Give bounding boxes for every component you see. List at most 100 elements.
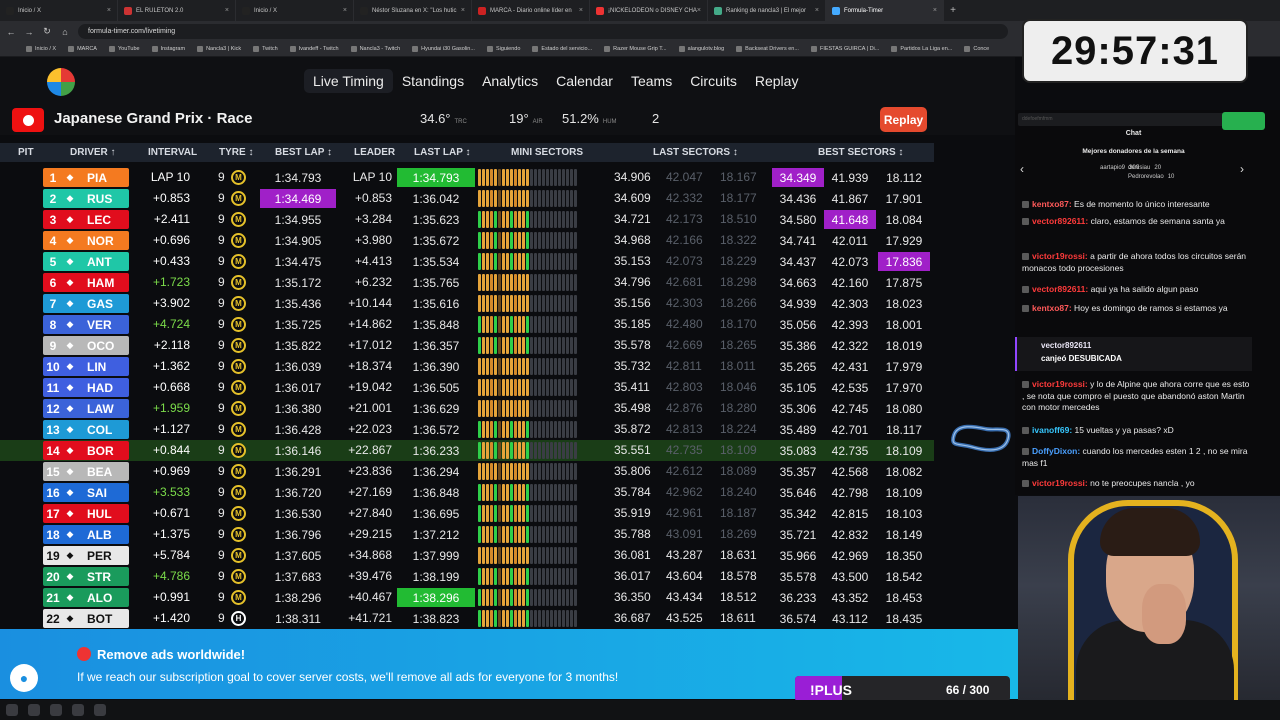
browser-tab[interactable]: MARCA - Diario online líder en × (472, 0, 590, 21)
table-row[interactable]: 15 ◆ BEA +0.969 9 M 1:36.291 +23.836 1:36.294 35.… (0, 461, 934, 482)
nav-analytics[interactable]: Analytics (473, 69, 547, 93)
reload-icon[interactable]: ↻ (42, 26, 52, 37)
nav-standings[interactable]: Standings (393, 69, 473, 93)
driver-badge[interactable]: 10 ◆ LIN (43, 357, 129, 376)
chat-username[interactable]: victor19rossi: (1032, 379, 1088, 389)
table-row[interactable]: 8 ◆ VER +4.724 9 M 1:35.725 +14.862 1:35.848 35.1… (0, 314, 934, 335)
table-row[interactable]: 4 ◆ NOR +0.696 9 M 1:34.905 +3.980 1:35.672 34.96… (0, 230, 934, 251)
driver-badge[interactable]: 22 ◆ BOT (43, 609, 129, 628)
col-last-lap[interactable]: LAST LAP ↕ (414, 147, 470, 158)
bookmark-item[interactable]: FIESTAS GUIRCA | Di... (810, 46, 879, 52)
cookie-icon[interactable]: ● (10, 664, 38, 692)
driver-badge[interactable]: 21 ◆ ALO (43, 588, 129, 607)
table-row[interactable]: 17 ◆ HUL +0.671 9 M 1:36.530 +27.840 1:36.695 35.… (0, 503, 934, 524)
chat-username[interactable]: kentxo87: (1032, 199, 1072, 209)
col-best-lap[interactable]: BEST LAP ↕ (275, 147, 332, 158)
nav-calendar[interactable]: Calendar (547, 69, 622, 93)
app-icon[interactable] (94, 704, 106, 716)
bookmark-item[interactable]: Nancla3 | Kick (197, 46, 241, 52)
driver-badge[interactable]: 18 ◆ ALB (43, 525, 129, 544)
col-interval[interactable]: INTERVAL (148, 147, 197, 158)
browser-tab[interactable]: Ranking de nancla3 | El mejor × (708, 0, 826, 21)
table-row[interactable]: 2 ◆ RUS +0.853 9 M 1:34.469 +0.853 1:36.042 34.60… (0, 188, 934, 209)
bookmark-item[interactable]: alangulotv.blog (678, 46, 724, 52)
chat-send-button[interactable] (1222, 112, 1265, 130)
formula-timer-logo[interactable] (47, 68, 75, 96)
bookmark-item[interactable]: Estado del servicio... (532, 46, 592, 52)
chat-username[interactable]: vector892611: (1032, 284, 1088, 294)
url-field[interactable]: formula-timer.com/livetiming (78, 24, 1008, 39)
nav-circuits[interactable]: Circuits (681, 69, 746, 93)
home-icon[interactable]: ⌂ (60, 27, 70, 37)
chat-username[interactable]: DoffyDixon: (1032, 446, 1080, 456)
close-icon[interactable]: × (461, 7, 465, 14)
close-icon[interactable]: × (225, 7, 229, 14)
browser-tab[interactable]: EL RULETON 2.0 × (118, 0, 236, 21)
browser-tab[interactable]: Néstor Sluzana en X: "Los hutic × (354, 0, 472, 21)
driver-badge[interactable]: 13 ◆ COL (43, 420, 129, 439)
driver-badge[interactable]: 17 ◆ HUL (43, 504, 129, 523)
driver-badge[interactable]: 15 ◆ BEA (43, 462, 129, 481)
browser-tab[interactable]: Inicio / X × (0, 0, 118, 21)
driver-badge[interactable]: 5 ◆ ANT (43, 252, 129, 271)
back-icon[interactable]: ← (6, 27, 16, 37)
bookmark-item[interactable]: YouTube (108, 46, 140, 52)
col-leader[interactable]: LEADER (354, 147, 395, 158)
table-row[interactable]: 1 ◆ PIA LAP 10 9 M 1:34.793 LAP 10 1:34.793 34.90… (0, 167, 934, 188)
driver-badge[interactable]: 8 ◆ VER (43, 315, 129, 334)
close-icon[interactable]: × (815, 7, 819, 14)
start-icon[interactable] (6, 704, 18, 716)
table-row[interactable]: 6 ◆ HAM +1.723 9 M 1:35.172 +6.232 1:35.765 34.79… (0, 272, 934, 293)
driver-badge[interactable]: 2 ◆ RUS (43, 189, 129, 208)
driver-badge[interactable]: 19 ◆ PER (43, 546, 129, 565)
replay-button[interactable]: Replay (880, 107, 927, 132)
close-icon[interactable]: × (579, 7, 583, 14)
bookmark-item[interactable]: Inicio / X (26, 46, 56, 52)
driver-badge[interactable]: 3 ◆ LEC (43, 210, 129, 229)
chat-input[interactable]: ddefoefmfmm (1018, 113, 1254, 126)
driver-badge[interactable]: 4 ◆ NOR (43, 231, 129, 250)
chevron-left-icon[interactable]: ‹ (1020, 162, 1024, 176)
bookmark-item[interactable]: MARCA (68, 46, 97, 52)
driver-badge[interactable]: 6 ◆ HAM (43, 273, 129, 292)
col-last-sectors[interactable]: LAST SECTORS ↕ (653, 147, 738, 158)
close-icon[interactable]: × (933, 7, 937, 14)
table-row[interactable]: 9 ◆ OCO +2.118 9 M 1:35.822 +17.012 1:36.357 35.5… (0, 335, 934, 356)
chat-username[interactable]: vector892611: (1032, 216, 1088, 226)
close-icon[interactable]: × (343, 7, 347, 14)
chat-username[interactable]: ivanoff69: (1032, 425, 1072, 435)
nav-live-timing[interactable]: Live Timing (304, 69, 393, 93)
close-icon[interactable]: × (107, 7, 111, 14)
bookmark-item[interactable]: Siguiendo (486, 46, 520, 52)
new-tab-icon[interactable]: + (944, 5, 962, 16)
driver-badge[interactable]: 12 ◆ LAW (43, 399, 129, 418)
nav-teams[interactable]: Teams (622, 69, 681, 93)
bookmark-item[interactable]: Ivandeff - Twitch (289, 46, 339, 52)
app-icon[interactable] (50, 704, 62, 716)
table-row[interactable]: 19 ◆ PER +5.784 9 M 1:37.605 +34.868 1:37.999 36.… (0, 545, 934, 566)
bookmark-item[interactable]: Backseat Drivers en... (736, 46, 799, 52)
table-row[interactable]: 20 ◆ STR +4.786 9 M 1:37.683 +39.476 1:38.199 36.… (0, 566, 934, 587)
table-row[interactable]: 21 ◆ ALO +0.991 9 M 1:38.296 +40.467 1:38.296 36.… (0, 587, 934, 608)
bookmark-item[interactable]: Razer Mouse Grip T... (604, 46, 667, 52)
table-row[interactable]: 12 ◆ LAW +1.959 9 M 1:36.380 +21.001 1:36.629 35.… (0, 398, 934, 419)
table-row[interactable]: 22 ◆ BOT +1.420 9 H 1:38.311 +41.721 1:38.823 36.… (0, 608, 934, 629)
chat-username[interactable]: victor19rossi: (1032, 251, 1088, 261)
driver-badge[interactable]: 14 ◆ BOR (43, 441, 129, 460)
forward-icon[interactable]: → (24, 27, 34, 37)
bookmark-item[interactable]: Twitch (253, 46, 278, 52)
bookmark-item[interactable]: Conce (964, 46, 989, 52)
table-row[interactable]: 11 ◆ HAD +0.668 9 M 1:36.017 +19.042 1:36.505 35.… (0, 377, 934, 398)
driver-badge[interactable]: 16 ◆ SAI (43, 483, 129, 502)
table-row[interactable]: 18 ◆ ALB +1.375 9 M 1:36.796 +29.215 1:37.212 35.… (0, 524, 934, 545)
table-row[interactable]: 14 ◆ BOR +0.844 9 M 1:36.146 +22.867 1:36.233 35.… (0, 440, 934, 461)
table-row[interactable]: 7 ◆ GAS +3.902 9 M 1:35.436 +10.144 1:35.616 35.1… (0, 293, 934, 314)
bookmark-item[interactable]: Nancla3 - Twitch (350, 46, 400, 52)
chat-username[interactable]: victor19rossi: (1032, 478, 1088, 488)
col-tyre[interactable]: TYRE ↕ (219, 147, 253, 158)
chat-username[interactable]: kentxo87: (1032, 303, 1072, 313)
col-pit[interactable]: PIT (18, 147, 34, 158)
chrome-icon[interactable] (28, 704, 40, 716)
bookmark-item[interactable]: Partidos La Liga en... (891, 46, 952, 52)
browser-tab[interactable]: ¡NICKELODEON o DISNEY CHA × (590, 0, 708, 21)
